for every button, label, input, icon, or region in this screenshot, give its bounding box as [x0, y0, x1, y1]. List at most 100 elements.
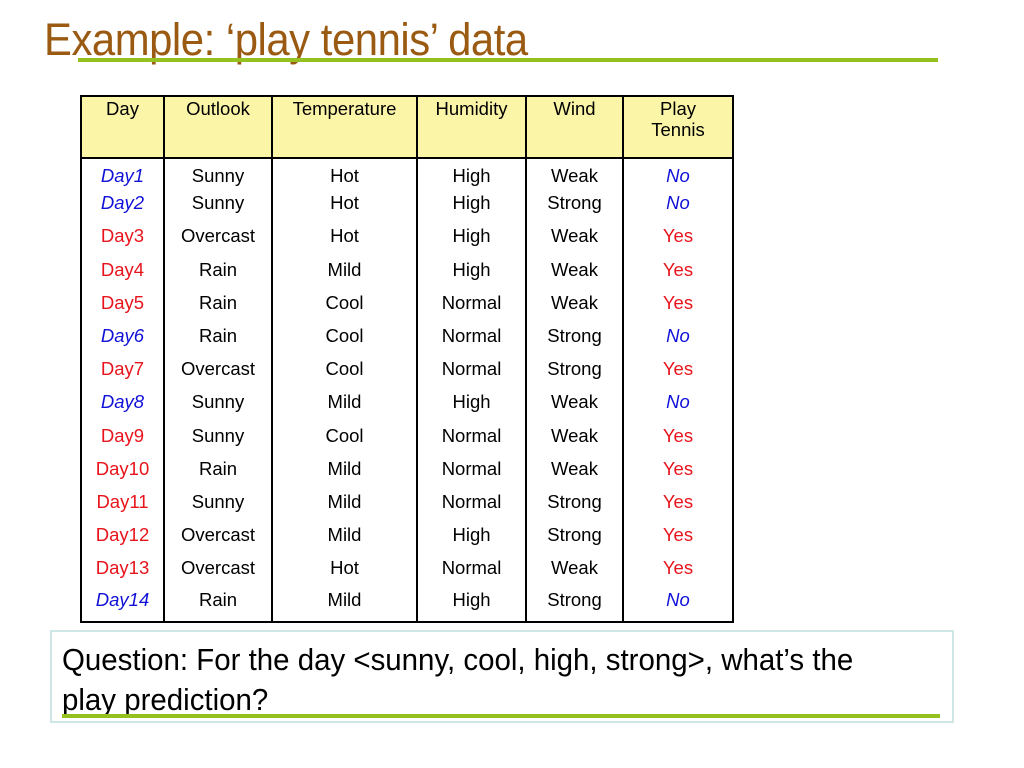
- cell-temperature: Hot: [271, 218, 417, 253]
- cell-day: Day4: [100, 258, 145, 280]
- table-row: Day14 Rain Mild High Strong No: [81, 584, 733, 622]
- table-row: Day3 Overcast Hot High Weak Yes: [81, 218, 733, 253]
- cell-day: Day6: [100, 325, 145, 346]
- header-play-tennis-label: Play Tennis: [651, 98, 705, 140]
- header-outlook: Outlook: [163, 96, 272, 159]
- cell-temperature: Mild: [271, 485, 417, 518]
- cell-day: Day9: [100, 424, 145, 446]
- header-temperature: Temperature: [271, 96, 417, 159]
- question-underline: [62, 714, 940, 718]
- cell-temperature: Mild: [271, 584, 417, 622]
- cell-humidity: Normal: [416, 286, 526, 320]
- cell-wind: Strong: [525, 352, 623, 385]
- cell-wind: Weak: [525, 253, 623, 286]
- cell-day: Day14: [95, 588, 150, 610]
- cell-day: Day12: [95, 523, 150, 545]
- table-row: Day1 Sunny Hot High Weak No: [81, 158, 733, 187]
- cell-temperature: Hot: [271, 551, 417, 584]
- header-humidity: Humidity: [416, 96, 526, 159]
- cell-day: Day7: [100, 357, 145, 379]
- cell-temperature: Cool: [271, 320, 417, 352]
- table-row: Day9 Sunny Cool Normal Weak Yes: [81, 419, 733, 452]
- cell-humidity: High: [416, 253, 526, 286]
- cell-temperature: Hot: [271, 158, 417, 187]
- header-wind: Wind: [525, 96, 623, 159]
- cell-day: Day3: [100, 224, 145, 246]
- cell-wind: Weak: [525, 218, 623, 253]
- cell-temperature: Cool: [271, 419, 417, 452]
- cell-play-tennis: Yes: [622, 253, 733, 286]
- table-row: Day4 Rain Mild High Weak Yes: [81, 253, 733, 286]
- cell-wind: Weak: [525, 551, 623, 584]
- table-body: Day1 Sunny Hot High Weak No Day2 Sunny Hot High St…: [81, 158, 733, 622]
- table-row: Day5 Rain Cool Normal Weak Yes: [81, 286, 733, 320]
- cell-outlook: Rain: [163, 253, 272, 286]
- table-row: Day2 Sunny Hot High Strong No: [81, 187, 733, 218]
- cell-wind: Strong: [525, 518, 623, 551]
- cell-outlook: Rain: [163, 286, 272, 320]
- cell-outlook: Rain: [163, 452, 272, 485]
- cell-play-tennis: No: [622, 584, 733, 622]
- table-row: Day10 Rain Mild Normal Weak Yes: [81, 452, 733, 485]
- cell-humidity: High: [416, 584, 526, 622]
- cell-humidity: Normal: [416, 452, 526, 485]
- cell-outlook: Rain: [163, 320, 272, 352]
- cell-temperature: Mild: [271, 253, 417, 286]
- header-day: Day: [81, 96, 164, 159]
- cell-play-tennis: No: [622, 385, 733, 419]
- cell-temperature: Hot: [271, 187, 417, 218]
- cell-temperature: Mild: [271, 452, 417, 485]
- cell-play-tennis: Yes: [622, 518, 733, 551]
- cell-play-tennis: No: [622, 187, 733, 218]
- cell-wind: Strong: [525, 485, 623, 518]
- cell-temperature: Mild: [271, 385, 417, 419]
- cell-wind: Strong: [525, 320, 623, 352]
- cell-humidity: Normal: [416, 320, 526, 352]
- table-row: Day8 Sunny Mild High Weak No: [81, 385, 733, 419]
- question-text: Question: For the day <sunny, cool, high…: [62, 642, 854, 717]
- cell-wind: Weak: [525, 158, 623, 187]
- cell-humidity: Normal: [416, 419, 526, 452]
- cell-day: Day13: [95, 556, 150, 578]
- cell-play-tennis: No: [622, 158, 733, 187]
- cell-wind: Weak: [525, 419, 623, 452]
- play-tennis-table: Day Outlook Temperature Humidity Wind Pl…: [80, 95, 734, 623]
- question-box: Question: For the day <sunny, cool, high…: [50, 630, 954, 723]
- table-header-row: Day Outlook Temperature Humidity Wind Pl…: [81, 96, 733, 159]
- cell-wind: Strong: [525, 187, 623, 218]
- cell-temperature: Cool: [271, 286, 417, 320]
- cell-outlook: Sunny: [163, 419, 272, 452]
- cell-humidity: High: [416, 518, 526, 551]
- cell-outlook: Sunny: [163, 158, 272, 187]
- cell-outlook: Overcast: [163, 518, 272, 551]
- table-row: Day7 Overcast Cool Normal Strong Yes: [81, 352, 733, 385]
- table-row: Day12 Overcast Mild High Strong Yes: [81, 518, 733, 551]
- cell-wind: Weak: [525, 452, 623, 485]
- cell-outlook: Overcast: [163, 352, 272, 385]
- table-row: Day11 Sunny Mild Normal Strong Yes: [81, 485, 733, 518]
- cell-humidity: High: [416, 218, 526, 253]
- cell-day: Day5: [100, 292, 145, 313]
- title-underline: [78, 58, 938, 62]
- cell-humidity: High: [416, 158, 526, 187]
- header-play-tennis: Play Tennis: [622, 96, 733, 159]
- cell-play-tennis: Yes: [622, 485, 733, 518]
- cell-outlook: Rain: [163, 584, 272, 622]
- cell-day: Day11: [96, 490, 149, 512]
- cell-humidity: Normal: [416, 352, 526, 385]
- table-row: Day13 Overcast Hot Normal Weak Yes: [81, 551, 733, 584]
- cell-outlook: Sunny: [163, 385, 272, 419]
- cell-play-tennis: Yes: [622, 352, 733, 385]
- cell-outlook: Overcast: [163, 551, 272, 584]
- cell-outlook: Sunny: [163, 485, 272, 518]
- cell-humidity: Normal: [416, 485, 526, 518]
- cell-play-tennis: No: [622, 320, 733, 352]
- cell-play-tennis: Yes: [622, 551, 733, 584]
- cell-outlook: Overcast: [163, 218, 272, 253]
- cell-outlook: Sunny: [163, 187, 272, 218]
- cell-temperature: Mild: [271, 518, 417, 551]
- cell-play-tennis: Yes: [622, 419, 733, 452]
- table-row: Day6 Rain Cool Normal Strong No: [81, 320, 733, 352]
- cell-humidity: High: [416, 187, 526, 218]
- cell-play-tennis: Yes: [622, 218, 733, 253]
